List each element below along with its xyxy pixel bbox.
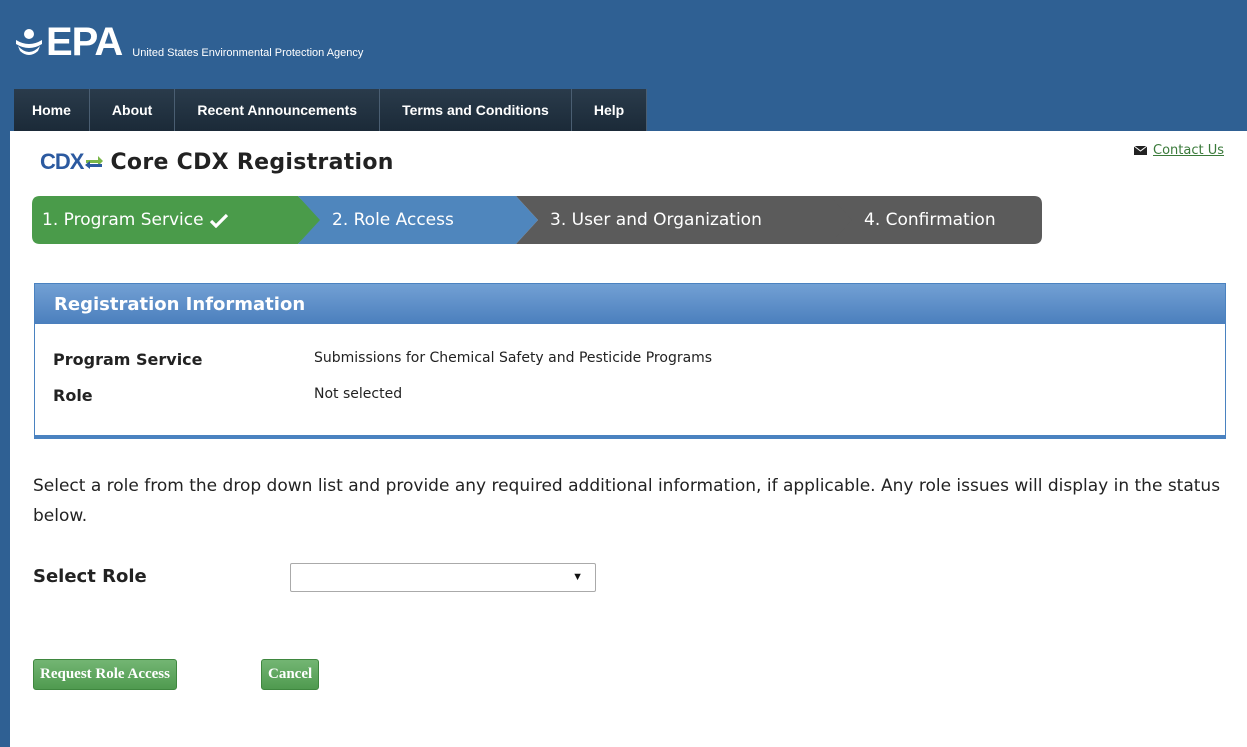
step-user-and-organization: 3. User and Organization <box>516 196 856 244</box>
contact-us: Contact Us <box>1134 143 1224 158</box>
page-title-row: CDX Core CDX Registration <box>40 148 394 176</box>
info-row-role: Role Not selected <box>53 386 402 405</box>
info-value: Submissions for Chemical Safety and Pest… <box>314 350 713 366</box>
nav-recent-announcements[interactable]: Recent Announcements <box>175 89 381 131</box>
step-3-label: 3. User and Organization <box>550 210 762 230</box>
contact-us-link[interactable]: Contact Us <box>1153 143 1224 158</box>
info-key: Program Service <box>53 350 203 369</box>
envelope-icon <box>1134 146 1147 155</box>
epa-logo-text: EPA <box>46 20 123 64</box>
top-nav: Home About Recent Announcements Terms an… <box>14 89 648 131</box>
cdx-arrows-icon <box>85 156 104 169</box>
info-row-program-service: Program Service Submissions for Chemical… <box>53 350 712 369</box>
role-select-dropdown[interactable]: ▼ <box>290 563 596 592</box>
cdx-logo: CDX <box>40 149 104 175</box>
info-value: Not selected <box>314 386 403 402</box>
nav-terms-and-conditions[interactable]: Terms and Conditions <box>380 89 572 131</box>
select-role-label: Select Role <box>33 566 147 587</box>
panel-heading: Registration Information <box>35 284 1225 324</box>
instructions-text: Select a role from the drop down list an… <box>33 476 1221 526</box>
dropdown-arrow-icon: ▼ <box>572 571 583 583</box>
step-4-label: 4. Confirmation <box>864 210 996 230</box>
request-role-access-button[interactable]: Request Role Access <box>33 659 177 690</box>
agency-name: United States Environmental Protection A… <box>132 47 364 59</box>
main-content: CDX Core CDX Registration Contact Us 1. … <box>10 131 1247 747</box>
progress-steps: 1. Program Service 2. Role Access 3. Use… <box>32 196 1042 244</box>
cancel-button[interactable]: Cancel <box>261 659 320 690</box>
info-key: Role <box>53 386 93 405</box>
nav-home[interactable]: Home <box>14 89 90 131</box>
nav-help[interactable]: Help <box>571 89 648 131</box>
step-role-access: 2. Role Access <box>298 196 538 244</box>
page-title: Core CDX Registration <box>110 149 394 175</box>
checkmark-icon <box>209 213 228 228</box>
epa-logo[interactable]: EPA United States Environmental Protecti… <box>14 14 363 62</box>
cdx-logo-text: CDX <box>40 149 84 174</box>
step-program-service: 1. Program Service <box>32 196 322 244</box>
epa-flower-icon <box>16 29 42 55</box>
nav-about[interactable]: About <box>89 89 176 131</box>
registration-info-panel: Registration Information Program Service… <box>34 283 1226 439</box>
step-2-label: 2. Role Access <box>332 210 454 230</box>
step-confirmation: 4. Confirmation <box>830 196 1042 244</box>
site-header: EPA United States Environmental Protecti… <box>0 0 1247 131</box>
step-1-label: 1. Program Service <box>42 210 204 230</box>
